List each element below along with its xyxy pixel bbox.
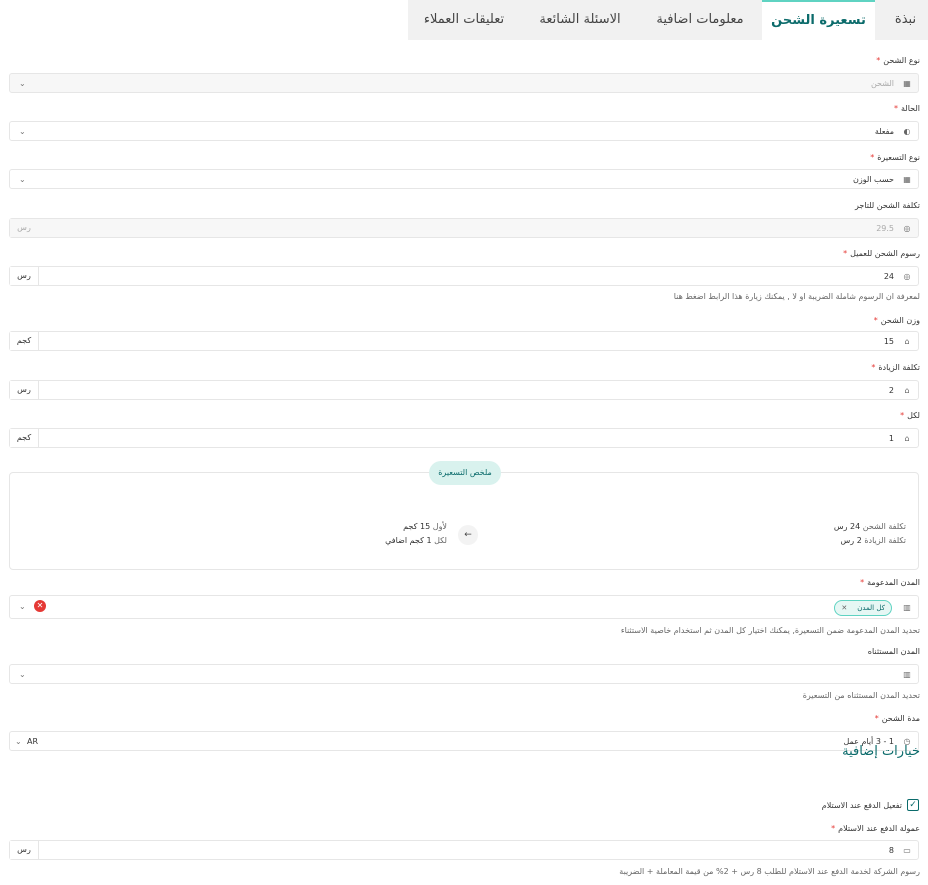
pricing-summary-title: ملخص التسعيرة	[429, 461, 501, 485]
summary-increase-cost: تكلفة الزيادة 2 رس	[840, 536, 906, 545]
shipping-weight-value: 15	[883, 337, 894, 346]
customer-fee-label: رسوم الشحن للعميل*	[843, 249, 920, 258]
per-value: 1	[888, 434, 894, 443]
cod-checkbox[interactable]: ✓	[907, 799, 919, 811]
tab-customer-reviews[interactable]: تعليقات العملاء	[408, 0, 520, 40]
summary-per-weight: لكل 1 كجم اضافي	[385, 536, 447, 545]
per-input[interactable]: ⌂ 1 كجم	[9, 428, 919, 448]
weight-icon: ⌂	[904, 434, 910, 443]
summary-shipping-cost: تكلفة الشحن 24 رس	[833, 522, 906, 531]
shipping-duration-label: مدة الشحن*	[874, 714, 920, 723]
status-label: الحالة*	[894, 104, 920, 113]
chevron-down-icon: ⌄	[19, 670, 26, 679]
pricing-type-label: نوع التسعيرة*	[870, 153, 920, 162]
map-icon: ▦	[903, 175, 911, 184]
excluded-cities-label: المدن المستثناه	[867, 647, 920, 656]
city-chip-all[interactable]: كل المدن✕	[834, 600, 892, 616]
currency-unit: رس	[10, 267, 39, 285]
tab-overview[interactable]: نبذة	[883, 0, 928, 40]
summary-first-weight: لأول 15 كجم	[403, 522, 447, 531]
tab-bar: نبذة تسعيرة الشحن معلومات اضافية الاسئلة…	[0, 0, 928, 40]
weight-icon: ⌂	[904, 386, 910, 395]
tab-shipping-pricing[interactable]: تسعيرة الشحن	[762, 0, 875, 40]
pricing-summary-box	[9, 472, 919, 570]
shipping-weight-input[interactable]: ⌂ 15 كجم	[9, 331, 919, 351]
increase-cost-label: تكلفة الزيادة*	[871, 363, 920, 372]
excluded-cities-select[interactable]: ▥ ⌄	[9, 664, 919, 684]
pricing-type-select[interactable]: ▦ حسب الوزن ⌄	[9, 169, 919, 189]
status-value: مفعلة	[874, 127, 894, 136]
currency-unit: رس	[10, 219, 38, 237]
shipping-type-value: الشحن	[870, 79, 894, 88]
weight-icon: ⌂	[904, 337, 910, 346]
status-select[interactable]: ◐ مفعلة ⌄	[9, 121, 919, 141]
merchant-cost-value: 29.5	[876, 224, 894, 233]
clear-icon[interactable]: ✕	[34, 600, 46, 612]
customer-fee-hint-link[interactable]: لمعرفة ان الرسوم شاملة الضريبة او لا , ي…	[674, 292, 920, 301]
excluded-cities-hint: تحديد المدن المستثناه من التسعيرة	[802, 691, 920, 700]
shipping-type-select[interactable]: ▦ الشحن ⌄	[9, 73, 919, 93]
language-badge[interactable]: AR	[27, 732, 38, 751]
map-icon: ▦	[903, 79, 911, 88]
chevron-down-icon: ⌄	[19, 127, 26, 136]
shipping-pricing-page: نبذة تسعيرة الشحن معلومات اضافية الاسئلة…	[0, 0, 928, 885]
shipping-weight-label: وزن الشحن*	[873, 316, 920, 325]
tab-additional-info[interactable]: معلومات اضافية	[640, 0, 760, 40]
extra-options-title: خيارات إضافية	[842, 744, 920, 759]
city-icon: ▥	[903, 603, 911, 612]
coin-icon: ◎	[903, 224, 911, 233]
currency-unit: رس	[10, 381, 39, 399]
chip-remove-icon[interactable]: ✕	[841, 604, 847, 612]
shipping-type-label: نوع الشحن*	[876, 56, 920, 65]
supported-cities-hint: تحديد المدن المدعومة ضمن التسعيرة, يمكنك…	[620, 626, 920, 635]
arrow-left-icon: ←	[458, 525, 478, 545]
cod-checkbox-label[interactable]: تفعيل الدفع عند الاستلام	[822, 801, 902, 810]
supported-cities-label: المدن المدعومة*	[860, 578, 920, 587]
chevron-down-icon: ⌄	[19, 79, 26, 88]
tab-faq[interactable]: الاسئلة الشائعة	[522, 0, 638, 40]
cod-fee-input[interactable]: ▭ 8 رس	[9, 840, 919, 860]
merchant-cost-label: تكلفة الشحن للتاجر	[854, 201, 920, 210]
currency-unit: رس	[10, 841, 39, 859]
increase-cost-input[interactable]: ⌂ 2 رس	[9, 380, 919, 400]
customer-fee-value: 24	[883, 272, 894, 281]
merchant-cost-input: ◎ 29.5 رس	[9, 218, 919, 238]
increase-cost-value: 2	[888, 386, 894, 395]
pricing-type-value: حسب الوزن	[852, 175, 894, 184]
cod-fee-label: عمولة الدفع عند الاستلام*	[831, 824, 920, 833]
supported-cities-select[interactable]: ▥ كل المدن✕ ✕ ⌄	[9, 595, 919, 619]
chevron-down-icon: ⌄	[15, 737, 22, 746]
weight-unit: كجم	[10, 429, 39, 447]
coin-icon: ◎	[903, 272, 911, 281]
chevron-down-icon: ⌄	[19, 602, 26, 611]
toggle-icon: ◐	[903, 127, 911, 136]
cash-icon: ▭	[903, 846, 911, 855]
customer-fee-input[interactable]: ◎ 24 رس	[9, 266, 919, 286]
cod-fee-hint: رسوم الشركة لخدمة الدفع عند الاستلام للط…	[619, 867, 920, 876]
cod-fee-value: 8	[888, 846, 894, 855]
shipping-duration-select[interactable]: ◷ 1 - 3 أيام عمل ⌄ AR	[9, 731, 919, 751]
chevron-down-icon: ⌄	[19, 175, 26, 184]
weight-unit: كجم	[10, 332, 39, 350]
city-icon: ▥	[903, 670, 911, 679]
per-label: لكل*	[900, 411, 920, 420]
